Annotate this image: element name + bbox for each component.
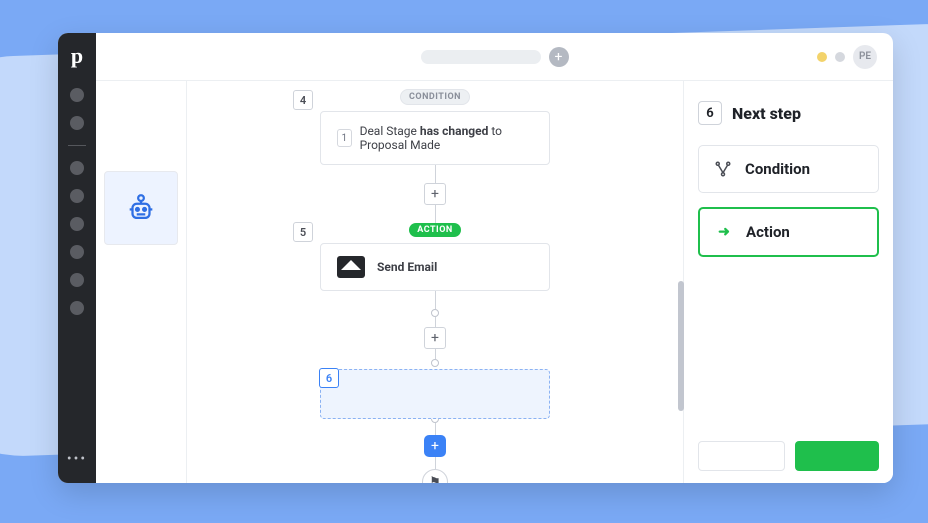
connector-node xyxy=(431,359,439,367)
nav-item[interactable] xyxy=(70,116,84,130)
rule-index: 1 xyxy=(337,129,352,147)
user-avatar[interactable]: PE xyxy=(853,45,877,69)
end-node[interactable]: ⚑ xyxy=(422,469,448,483)
automation-icon-card[interactable] xyxy=(104,171,178,245)
nav-item[interactable] xyxy=(70,161,84,175)
avatar-initials: PE xyxy=(859,51,871,62)
add-step-button[interactable]: + xyxy=(424,327,446,349)
nav-item[interactable] xyxy=(70,301,84,315)
nav-item[interactable] xyxy=(70,88,84,102)
panel-heading: 6 Next step xyxy=(698,101,879,125)
action-title: Send Email xyxy=(377,260,437,274)
side-panel: 6 Next step Condition ➜ xyxy=(683,81,893,483)
step-number: 4 xyxy=(293,90,313,110)
nav-more[interactable]: ••• xyxy=(67,451,87,467)
panel-step-number: 6 xyxy=(698,101,722,125)
nav-item[interactable] xyxy=(70,217,84,231)
presence-indicator xyxy=(817,52,827,62)
condition-text: Deal Stage has changed to Proposal Made xyxy=(360,124,537,152)
main-area: + PE xyxy=(96,33,893,483)
connector-line xyxy=(435,205,436,223)
action-tag: ACTION xyxy=(409,223,461,237)
option-label: Condition xyxy=(745,160,810,178)
workflow-flow: CONDITION 4 1 Deal Stage has changed to … xyxy=(187,81,683,483)
connector-line xyxy=(435,317,436,327)
scrollbar-thumb[interactable] xyxy=(678,281,684,411)
option-action[interactable]: ➜ Action xyxy=(698,207,879,257)
connector-line xyxy=(435,423,436,435)
option-condition[interactable]: Condition xyxy=(698,145,879,193)
condition-tag: CONDITION xyxy=(400,89,470,105)
step-number: 6 xyxy=(319,368,339,388)
connector-line xyxy=(435,457,436,469)
plus-icon: + xyxy=(431,438,439,454)
connector-line xyxy=(435,291,436,309)
add-step-button[interactable]: + xyxy=(424,183,446,205)
connector-node xyxy=(431,309,439,317)
option-label: Action xyxy=(746,223,790,241)
nav-item[interactable] xyxy=(70,273,84,287)
plus-icon: + xyxy=(555,50,563,64)
arrow-right-icon: ➜ xyxy=(714,224,734,240)
plus-icon: + xyxy=(431,186,439,202)
branch-icon xyxy=(713,160,733,178)
plus-icon: + xyxy=(431,330,439,346)
title-placeholder xyxy=(421,50,541,64)
confirm-button[interactable] xyxy=(795,441,880,471)
topbar-right: PE xyxy=(817,45,877,69)
connector-line xyxy=(435,349,436,359)
title-pill: + xyxy=(421,47,569,67)
nav-separator xyxy=(68,145,86,146)
add-tab-button[interactable]: + xyxy=(549,47,569,67)
action-card[interactable]: 5 Send Email xyxy=(320,243,550,291)
workflow-canvas[interactable]: CONDITION 4 1 Deal Stage has changed to … xyxy=(186,81,683,483)
new-step-placeholder[interactable]: 6 xyxy=(320,369,550,419)
top-bar: + PE xyxy=(96,33,893,81)
email-icon xyxy=(337,256,365,278)
app-window: p ••• + PE xyxy=(58,33,893,483)
step-number: 5 xyxy=(293,222,313,242)
cancel-button[interactable] xyxy=(698,441,785,471)
condition-card[interactable]: 4 1 Deal Stage has changed to Proposal M… xyxy=(320,111,550,165)
nav-item[interactable] xyxy=(70,189,84,203)
add-step-primary-button[interactable]: + xyxy=(424,435,446,457)
nav-item[interactable] xyxy=(70,245,84,259)
nav-rail: p ••• xyxy=(58,33,96,483)
app-logo[interactable]: p xyxy=(71,43,83,69)
panel-title: Next step xyxy=(732,104,801,123)
robot-icon xyxy=(124,191,158,225)
flag-icon: ⚑ xyxy=(429,475,441,484)
panel-footer xyxy=(698,441,879,471)
presence-indicator xyxy=(835,52,845,62)
connector-line xyxy=(435,165,436,183)
body: CONDITION 4 1 Deal Stage has changed to … xyxy=(96,81,893,483)
left-column xyxy=(96,81,186,483)
